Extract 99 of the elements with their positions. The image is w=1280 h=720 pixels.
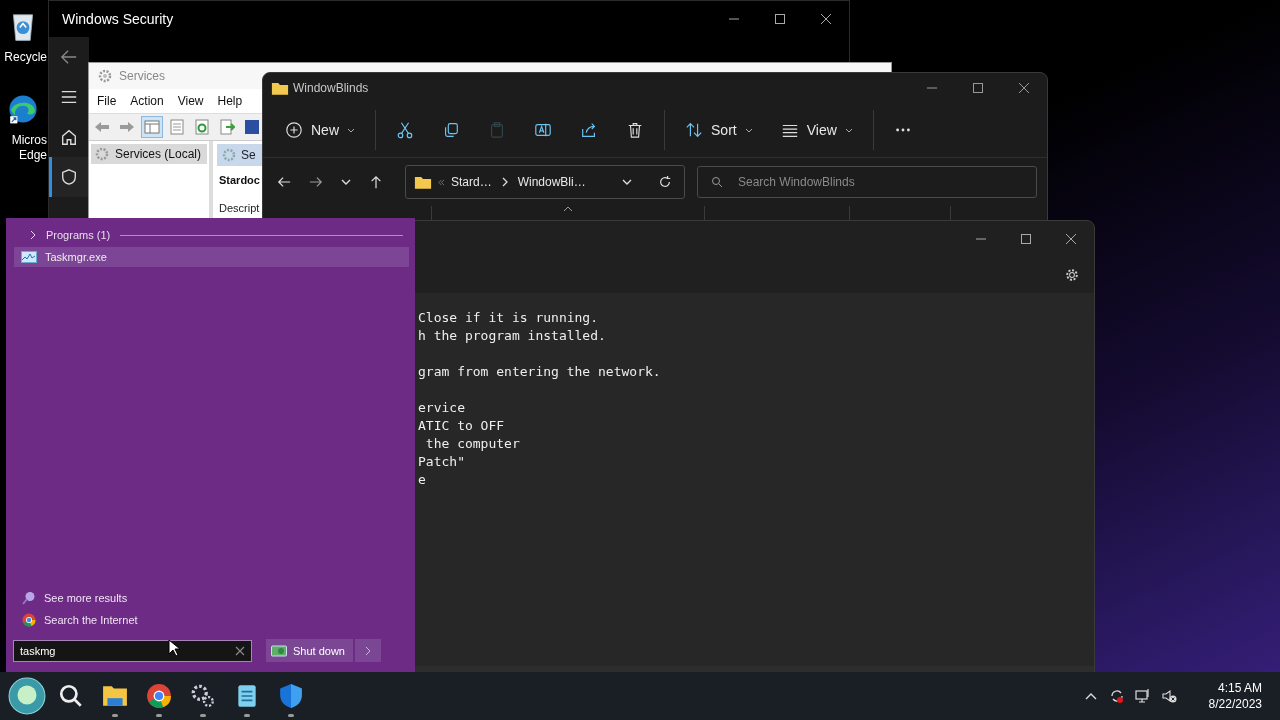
tree-item[interactable]: Services (Local): [91, 144, 207, 164]
shut-down-button[interactable]: Shut down: [266, 639, 353, 662]
gear-icon: [97, 68, 113, 84]
close-icon[interactable]: [1019, 83, 1029, 93]
gear-icon[interactable]: [190, 683, 216, 709]
browser-icon[interactable]: [146, 683, 172, 709]
scissors-icon: [396, 121, 414, 139]
sort-caret-icon: [563, 206, 573, 212]
menu-item[interactable]: View: [169, 94, 210, 108]
search-field[interactable]: Search WindowBlinds: [697, 166, 1037, 198]
chart-window-icon: [21, 251, 37, 263]
text-line: h the program installed.: [418, 327, 607, 345]
rename-icon: [534, 121, 552, 139]
menu-item[interactable]: Action: [122, 94, 170, 108]
nav-item[interactable]: [49, 157, 89, 197]
chevron-icon: [744, 127, 753, 133]
chevron-icon[interactable]: [30, 230, 36, 240]
folder-icon: [414, 174, 432, 190]
document-icon: [169, 119, 185, 135]
new-button[interactable]: New: [275, 115, 365, 145]
chevron-icon[interactable]: [622, 179, 632, 185]
shield-icon[interactable]: [278, 683, 304, 709]
clock-time: 4:15 AM: [1217, 680, 1262, 696]
window-title: Services: [119, 69, 165, 83]
magnifier-icon: [22, 591, 36, 605]
text-line: ervice: [418, 399, 466, 417]
cursor-icon: [168, 639, 180, 657]
power-icon: [271, 644, 287, 657]
folder-icon[interactable]: [102, 683, 128, 709]
breadcrumb-item[interactable]: WindowBli…: [517, 175, 586, 189]
sort-icon: [685, 121, 703, 139]
breadcrumb-item[interactable]: Stard…: [451, 175, 492, 189]
shield-icon: [60, 168, 78, 186]
sort-button[interactable]: Sort: [675, 115, 763, 145]
more-icon: [893, 127, 912, 133]
refresh-icon: [194, 119, 210, 135]
close-icon[interactable]: [1066, 234, 1076, 244]
browser-icon: [22, 613, 36, 627]
section-heading: Programs (1): [46, 229, 111, 241]
sync-icon[interactable]: [1108, 688, 1125, 704]
double-chevron-icon: [438, 178, 445, 186]
forward-arrow-icon: [119, 119, 135, 135]
service-name: Stardoc: [218, 174, 260, 186]
chevron-icon: [501, 177, 508, 187]
search-icon: [711, 176, 723, 188]
help-icon: [244, 119, 260, 135]
icon-label: Micros: [11, 133, 47, 148]
gear-icon: [94, 146, 110, 162]
back-arrow-icon[interactable]: [277, 175, 291, 189]
maximize-icon[interactable]: [973, 83, 983, 93]
copy-icon: [442, 121, 460, 139]
share-icon: [580, 121, 598, 139]
text-line: the computer: [424, 435, 521, 453]
chevron-icon: [347, 127, 355, 133]
window-title: WindowBlinds: [293, 81, 369, 95]
menu-item[interactable]: Help: [209, 94, 249, 108]
text-line: ATIC to OFF: [418, 417, 506, 435]
description-label: Descript: [218, 202, 260, 214]
menu-item[interactable]: File: [89, 94, 123, 108]
back-arrow-icon: [94, 119, 110, 135]
text-line: Close if it is running.: [418, 309, 599, 327]
up-arrow-icon[interactable]: [369, 175, 383, 189]
clock[interactable]: 4:15 AM 8/22/2023: [1208, 680, 1262, 712]
text-line: Patch": [418, 453, 466, 471]
panel-icon: [144, 119, 160, 135]
settings-icon[interactable]: [1064, 267, 1080, 283]
menu-icon: [60, 88, 78, 106]
text-line: e: [418, 471, 427, 489]
maximize-icon[interactable]: [775, 14, 785, 24]
refresh-icon[interactable]: [658, 175, 672, 189]
gear-icon: [221, 147, 237, 163]
address-bar[interactable]: Stard… WindowBli…: [405, 165, 685, 199]
text-line: gram from entering the network.: [418, 363, 662, 381]
search-result[interactable]: Taskmgr.exe: [14, 247, 409, 267]
home-icon: [60, 128, 78, 146]
chevron-icon[interactable]: [341, 179, 351, 185]
icon-label: Edge: [18, 148, 47, 163]
search-field[interactable]: taskmg: [13, 639, 252, 662]
chevron-icon: [365, 645, 371, 656]
clear-icon[interactable]: [235, 645, 245, 656]
clipboard-icon: [488, 121, 506, 139]
start-orb-icon[interactable]: [8, 677, 46, 715]
export-icon: [219, 119, 235, 135]
back-arrow-icon: [60, 48, 78, 66]
clock-date: 8/22/2023: [1208, 696, 1262, 712]
chevron-icon: [844, 127, 853, 133]
maximize-icon[interactable]: [1021, 234, 1031, 244]
close-icon[interactable]: [821, 14, 831, 24]
icon-label: Recycle: [4, 50, 47, 65]
view-button[interactable]: View: [770, 115, 863, 145]
search-icon[interactable]: [58, 683, 84, 709]
forward-arrow-icon[interactable]: [309, 175, 323, 189]
window-title: Windows Security: [62, 11, 174, 27]
monitor-icon[interactable]: [1134, 688, 1151, 704]
folder-icon: [271, 80, 289, 96]
speaker-muted-icon[interactable]: [1160, 688, 1177, 704]
plus-icon: [285, 121, 303, 139]
trash-icon: [626, 121, 644, 139]
pane-title: Se: [241, 148, 256, 162]
